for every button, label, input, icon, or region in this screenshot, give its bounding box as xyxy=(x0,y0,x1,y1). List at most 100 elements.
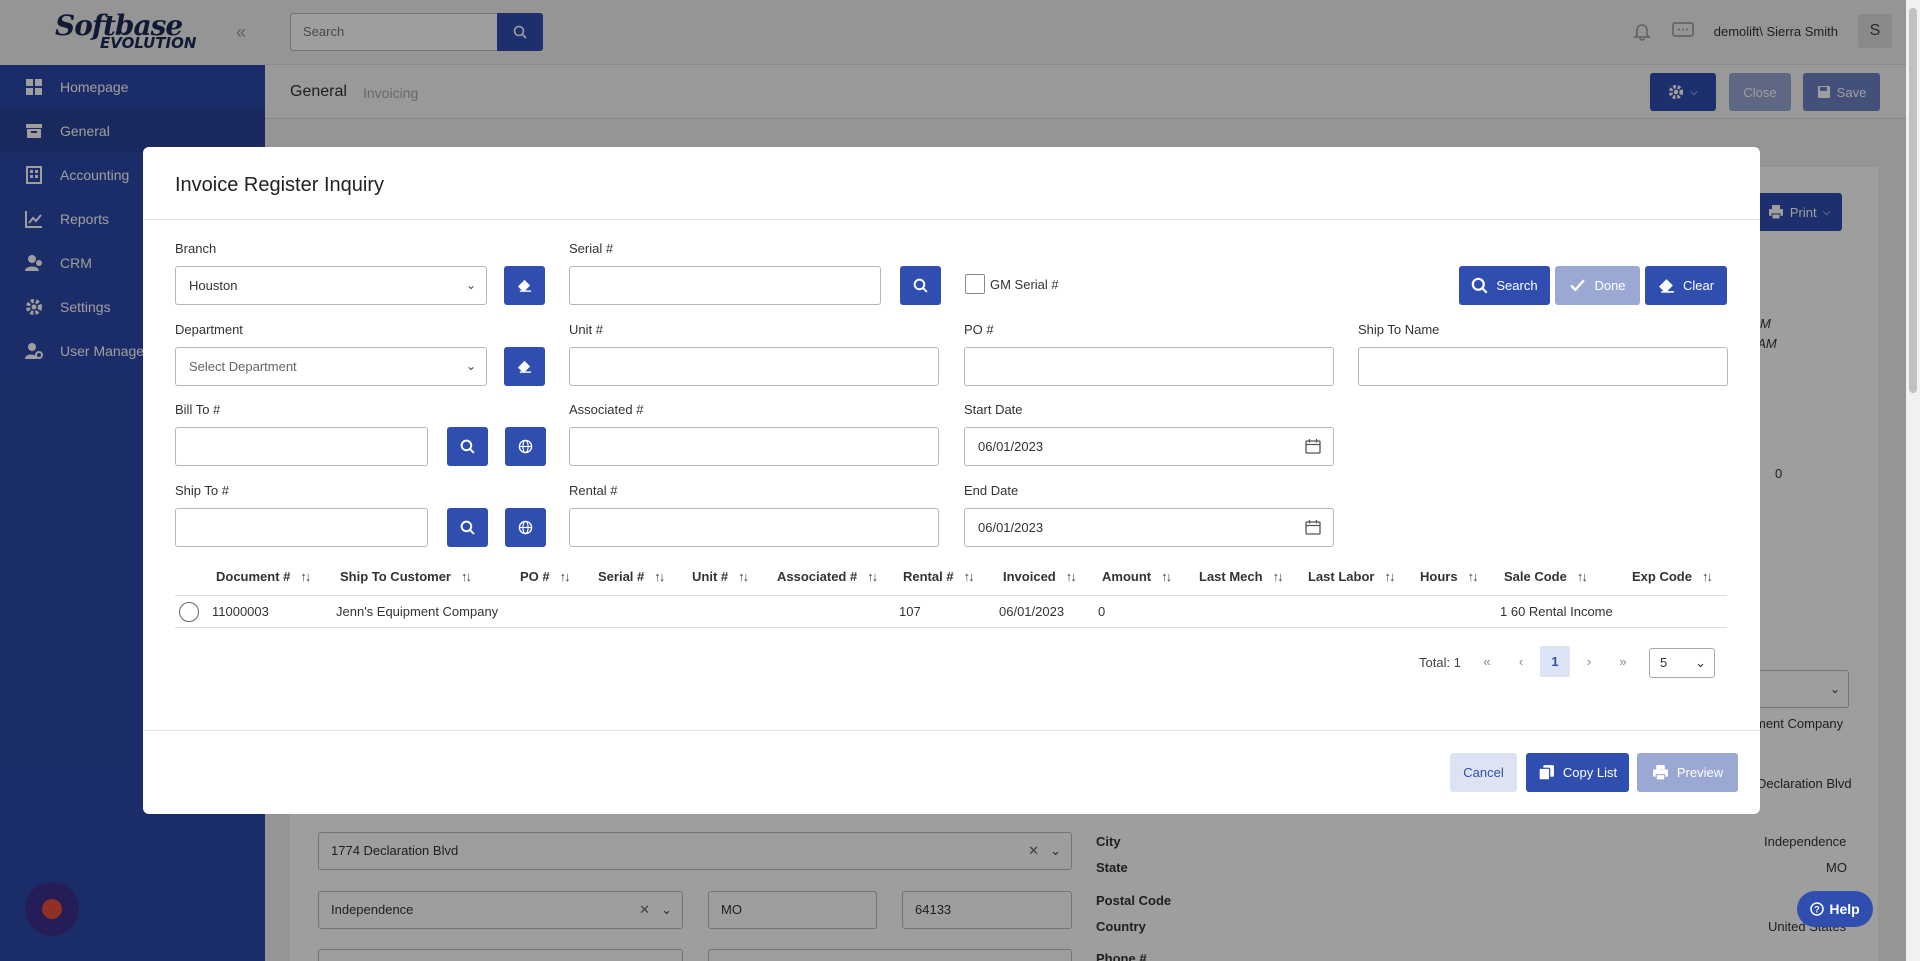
start-date-value: 06/01/2023 xyxy=(978,439,1044,454)
associated-label: Associated # xyxy=(569,402,644,417)
column-label: Serial # xyxy=(598,569,645,584)
table-row[interactable]: 11000003 Jenn's Equipment Company 107 06… xyxy=(175,596,1727,628)
sort-icon[interactable]: ↑↓ xyxy=(738,569,749,584)
start-date-label: Start Date xyxy=(964,402,1023,417)
page-number[interactable]: 1 xyxy=(1540,646,1570,677)
check-icon xyxy=(1570,279,1586,292)
last-page-icon[interactable]: » xyxy=(1608,646,1638,677)
prev-page-icon[interactable]: ‹ xyxy=(1506,646,1536,677)
column-header-invoiced[interactable]: Invoiced ↑↓ xyxy=(1003,569,1077,584)
column-header-last-labor[interactable]: Last Labor ↑↓ xyxy=(1308,569,1395,584)
calendar-icon[interactable] xyxy=(1305,438,1321,454)
row-select-radio[interactable] xyxy=(179,602,199,622)
sort-icon[interactable]: ↑↓ xyxy=(1468,569,1479,584)
chevron-down-icon: ⌄ xyxy=(1695,655,1706,670)
modal-footer: Cancel Copy List Preview xyxy=(143,730,1760,814)
sort-icon[interactable]: ↑↓ xyxy=(1066,569,1077,584)
ship-to-globe-button[interactable] xyxy=(505,508,546,547)
total-count: Total: 1 xyxy=(1419,655,1461,670)
globe-icon xyxy=(518,520,533,535)
page-scrollbar[interactable] xyxy=(1906,0,1920,961)
preview-button[interactable]: Preview xyxy=(1637,753,1738,792)
done-label: Done xyxy=(1594,278,1626,293)
search-button[interactable]: Search xyxy=(1459,266,1550,305)
column-label: Rental # xyxy=(903,569,954,584)
department-placeholder: Select Department xyxy=(189,359,297,374)
column-label: PO # xyxy=(520,569,550,584)
sort-icon[interactable]: ↑↓ xyxy=(654,569,665,584)
end-date-label: End Date xyxy=(964,483,1019,498)
page-size-value: 5 xyxy=(1660,655,1668,670)
help-label: Help xyxy=(1829,901,1860,917)
branch-label: Branch xyxy=(175,241,217,256)
column-header-exp-code[interactable]: Exp Code ↑↓ xyxy=(1632,569,1713,584)
page-size-select[interactable]: 5 ⌄ xyxy=(1649,648,1715,678)
branch-value: Houston xyxy=(189,278,238,293)
sort-icon[interactable]: ↑↓ xyxy=(461,569,472,584)
help-button[interactable]: ? Help xyxy=(1797,891,1873,927)
ship-to-search-button[interactable] xyxy=(447,508,488,547)
serial-search-button[interactable] xyxy=(900,266,941,305)
cell-sale-code: 1 60 Rental Income xyxy=(1500,604,1613,619)
cell-customer: Jenn's Equipment Company xyxy=(336,604,499,619)
sort-icon[interactable]: ↑↓ xyxy=(867,569,878,584)
eraser-icon xyxy=(517,360,532,373)
cell-invoiced: 06/01/2023 xyxy=(999,604,1065,619)
column-header-associated[interactable]: Associated # ↑↓ xyxy=(777,569,878,584)
sort-icon[interactable]: ↑↓ xyxy=(1577,569,1588,584)
sort-icon[interactable]: ↑↓ xyxy=(1384,569,1395,584)
cell-document: 11000003 xyxy=(212,604,269,619)
column-header-rental[interactable]: Rental # ↑↓ xyxy=(903,569,975,584)
column-label: Exp Code xyxy=(1632,569,1692,584)
scrollbar-thumb[interactable] xyxy=(1909,8,1917,393)
start-date-input[interactable]: 06/01/2023 xyxy=(964,427,1334,466)
ship-to-name-input[interactable] xyxy=(1358,347,1728,386)
sort-icon[interactable]: ↑↓ xyxy=(1161,569,1172,584)
gm-serial-checkbox[interactable] xyxy=(965,274,985,294)
chevron-down-icon: ⌄ xyxy=(465,278,476,292)
copy-list-button[interactable]: Copy List xyxy=(1526,753,1629,792)
ship-to-input[interactable] xyxy=(175,508,428,547)
sort-icon[interactable]: ↑↓ xyxy=(1702,569,1713,584)
calendar-icon[interactable] xyxy=(1305,519,1321,535)
column-header-ship-to-customer[interactable]: Ship To Customer ↑↓ xyxy=(340,569,472,584)
sort-icon[interactable]: ↑↓ xyxy=(560,569,571,584)
search-label: Search xyxy=(1496,278,1538,293)
column-header-sale-code[interactable]: Sale Code ↑↓ xyxy=(1504,569,1588,584)
next-page-icon[interactable]: › xyxy=(1574,646,1604,677)
branch-select[interactable]: Houston ⌄ xyxy=(175,266,487,305)
clear-department-button[interactable] xyxy=(504,347,545,386)
column-label: Ship To Customer xyxy=(340,569,451,584)
department-select[interactable]: Select Department ⌄ xyxy=(175,347,487,386)
column-header-amount[interactable]: Amount ↑↓ xyxy=(1102,569,1172,584)
end-date-input[interactable]: 06/01/2023 xyxy=(964,508,1334,547)
rental-input[interactable] xyxy=(569,508,939,547)
sort-icon[interactable]: ↑↓ xyxy=(1273,569,1284,584)
unit-input[interactable] xyxy=(569,347,939,386)
column-header-last-mech[interactable]: Last Mech ↑↓ xyxy=(1199,569,1284,584)
column-header-hours[interactable]: Hours ↑↓ xyxy=(1420,569,1479,584)
sort-icon[interactable]: ↑↓ xyxy=(300,569,311,584)
associated-input[interactable] xyxy=(569,427,939,466)
first-page-icon[interactable]: « xyxy=(1472,646,1502,677)
eraser-icon xyxy=(517,279,532,292)
column-header-unit[interactable]: Unit # ↑↓ xyxy=(692,569,749,584)
column-header-po[interactable]: PO # ↑↓ xyxy=(520,569,571,584)
cancel-button[interactable]: Cancel xyxy=(1450,753,1517,792)
column-label: Last Labor xyxy=(1308,569,1375,584)
column-label: Sale Code xyxy=(1504,569,1567,584)
po-input[interactable] xyxy=(964,347,1334,386)
bill-to-search-button[interactable] xyxy=(447,427,488,466)
column-header-document[interactable]: Document # ↑↓ xyxy=(216,569,311,584)
column-label: Associated # xyxy=(777,569,858,584)
column-header-serial[interactable]: Serial # ↑↓ xyxy=(598,569,665,584)
done-button[interactable]: Done xyxy=(1555,266,1640,305)
bill-to-input[interactable] xyxy=(175,427,428,466)
preview-label: Preview xyxy=(1676,765,1724,780)
bill-to-globe-button[interactable] xyxy=(505,427,546,466)
sort-icon[interactable]: ↑↓ xyxy=(964,569,975,584)
help-icon: ? xyxy=(1810,902,1825,916)
serial-input[interactable] xyxy=(569,266,881,305)
clear-branch-button[interactable] xyxy=(504,266,545,305)
clear-button[interactable]: Clear xyxy=(1645,266,1727,305)
